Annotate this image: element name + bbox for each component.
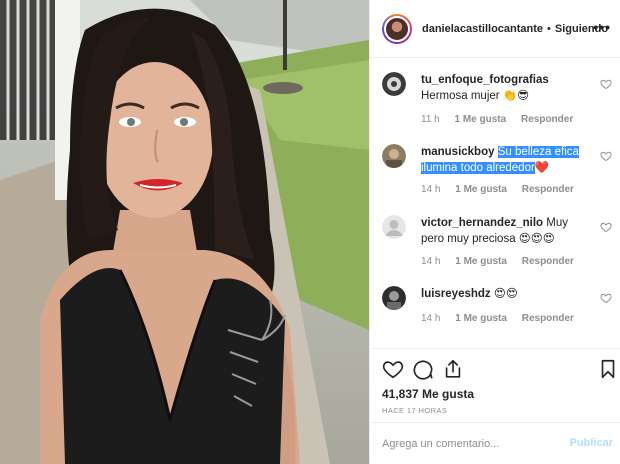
commenter-avatar[interactable] <box>382 286 406 310</box>
header-separator: • <box>547 22 551 35</box>
author-avatar-image <box>384 15 410 42</box>
author-username[interactable]: danielacastillocantante <box>422 23 543 35</box>
bookmark-icon[interactable] <box>597 358 619 380</box>
commenter-username[interactable]: tu_enfoque_fotografias <box>421 74 549 86</box>
post-likes-count[interactable]: 41,837 Me gusta <box>382 387 474 401</box>
comment-time: 14 h <box>421 313 441 324</box>
heart-icon[interactable] <box>382 358 404 380</box>
post-actions: 41,837 Me gusta HACE 17 HORAS <box>370 348 620 422</box>
add-comment-input[interactable] <box>382 436 562 452</box>
comment-heart-emoji: ❤️ <box>534 162 550 174</box>
commenter-avatar[interactable] <box>382 144 406 168</box>
post-header: danielacastillocantante • Siguiendo ••• <box>370 0 620 58</box>
post-photo[interactable] <box>0 0 369 464</box>
comment-likes[interactable]: 1 Me gusta <box>455 313 507 324</box>
comment-like-heart-icon[interactable] <box>600 292 612 304</box>
reply-button[interactable]: Responder <box>522 256 574 267</box>
photo-illustration <box>0 0 369 464</box>
comment-meta: 14 h 1 Me gusta Responder <box>421 256 586 267</box>
share-icon[interactable] <box>442 358 464 380</box>
reply-button[interactable]: Responder <box>521 114 573 125</box>
commenter-avatar[interactable] <box>382 72 406 96</box>
publish-button[interactable]: Publicar <box>570 437 613 449</box>
commenter-avatar[interactable] <box>382 215 406 239</box>
more-options-icon[interactable]: ••• <box>593 20 611 34</box>
author-avatar[interactable] <box>382 13 412 44</box>
comment-text: victor_hernandez_nilo Muy pero muy preci… <box>421 215 593 247</box>
comment-time: 14 h <box>421 184 441 195</box>
comment-text: manusickboy Su belleza efica ilumina tod… <box>421 144 593 176</box>
comment-meta: 14 h 1 Me gusta Responder <box>421 184 586 195</box>
comment-likes[interactable]: 1 Me gusta <box>455 256 507 267</box>
post-timestamp: HACE 17 HORAS <box>382 406 448 415</box>
comment-icon[interactable] <box>412 358 434 380</box>
reply-button[interactable]: Responder <box>522 313 574 324</box>
add-comment-bar: Publicar <box>370 422 620 464</box>
reply-button[interactable]: Responder <box>522 184 574 195</box>
comment-meta: 14 h 1 Me gusta Responder <box>421 313 586 324</box>
comment-text: tu_enfoque_fotografias Hermosa mujer 👏😎 <box>421 72 593 104</box>
comment-meta: 11 h 1 Me gusta Responder <box>421 114 585 125</box>
comment-time: 11 h <box>421 114 440 125</box>
commenter-username[interactable]: victor_hernandez_nilo <box>421 217 543 229</box>
commenter-username[interactable]: luisreyeshdz <box>421 288 491 300</box>
comment-message: Hermosa mujer 👏😎 <box>421 90 530 102</box>
comment-like-heart-icon[interactable] <box>600 78 612 90</box>
comments-list[interactable]: tu_enfoque_fotografias Hermosa mujer 👏😎 … <box>370 58 620 348</box>
comment-text: luisreyeshdz 😍😍 <box>421 286 593 302</box>
post-side-panel: danielacastillocantante • Siguiendo ••• … <box>369 0 620 464</box>
comment-like-heart-icon[interactable] <box>600 150 612 162</box>
comment-time: 14 h <box>421 256 441 267</box>
comment-like-heart-icon[interactable] <box>600 221 612 233</box>
commenter-username[interactable]: manusickboy <box>421 146 495 158</box>
comment-likes[interactable]: 1 Me gusta <box>455 184 507 195</box>
comment-message: 😍😍 <box>493 288 518 300</box>
comment-likes[interactable]: 1 Me gusta <box>455 114 507 125</box>
